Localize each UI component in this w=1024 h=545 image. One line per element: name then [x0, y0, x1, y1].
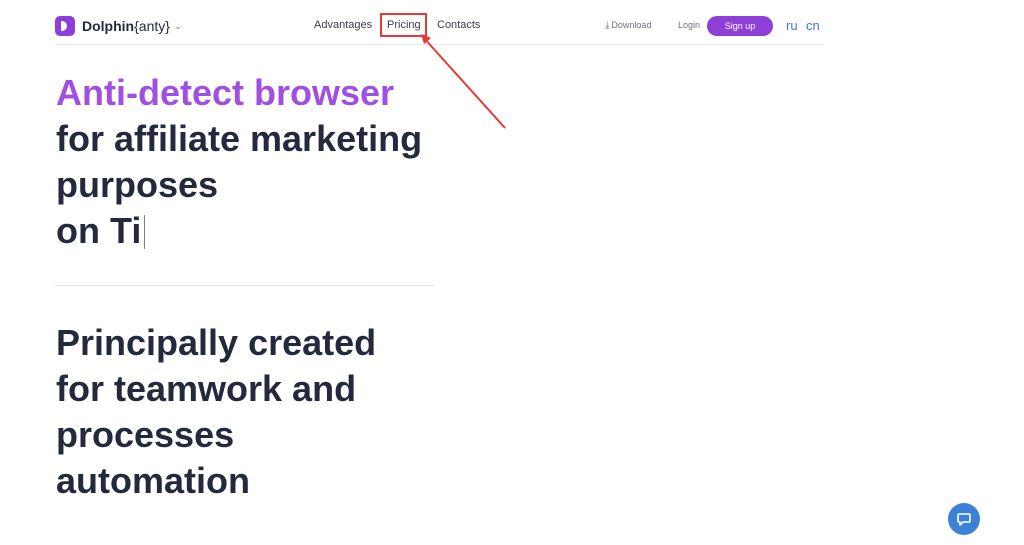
pricing-highlight-box: [380, 13, 427, 37]
download-icon: ⤓: [605, 20, 610, 31]
header: Dolphin {anty} ⌄ Advantages Pricing Cont…: [55, 0, 824, 45]
hero-line-1: for affiliate marketing: [56, 118, 423, 159]
brand-logo[interactable]: Dolphin {anty} ⌄: [55, 15, 182, 37]
teamwork-line-2: for teamwork and: [56, 368, 357, 409]
hero-line-3: on Ti: [56, 208, 422, 254]
hero-typed-text: on Ti: [56, 210, 142, 251]
teamwork-line-4: automation: [56, 460, 250, 501]
section-divider: [55, 285, 434, 286]
teamwork-line-1: Principally created: [56, 322, 377, 363]
nav-contacts[interactable]: Contacts: [437, 19, 480, 31]
nav-advantages[interactable]: Advantages: [314, 19, 372, 31]
dolphin-logo-icon: [55, 16, 75, 36]
hero-line-2: purposes: [56, 164, 219, 205]
lang-cn[interactable]: cn: [806, 18, 820, 33]
teamwork-line-3: processes: [56, 414, 235, 455]
brand-name: Dolphin: [82, 18, 135, 34]
chevron-down-icon[interactable]: ⌄: [174, 21, 182, 32]
brand-suffix: {anty}: [134, 18, 170, 34]
lang-ru[interactable]: ru: [786, 18, 798, 33]
login-link[interactable]: Login: [678, 20, 700, 30]
hero-accent-line: Anti-detect browser: [56, 72, 395, 113]
typing-caret: [144, 215, 146, 249]
page: Dolphin {anty} ⌄ Advantages Pricing Cont…: [0, 0, 1024, 545]
teamwork-heading: Principally created for teamwork and pro…: [56, 320, 376, 504]
chat-button[interactable]: [948, 503, 980, 535]
hero-title: Anti-detect browser for affiliate market…: [56, 70, 422, 254]
signup-button[interactable]: Sign up: [707, 16, 773, 36]
download-link[interactable]: ⤓ Download: [605, 20, 651, 31]
chat-icon: [957, 513, 971, 526]
download-label: Download: [611, 20, 652, 30]
